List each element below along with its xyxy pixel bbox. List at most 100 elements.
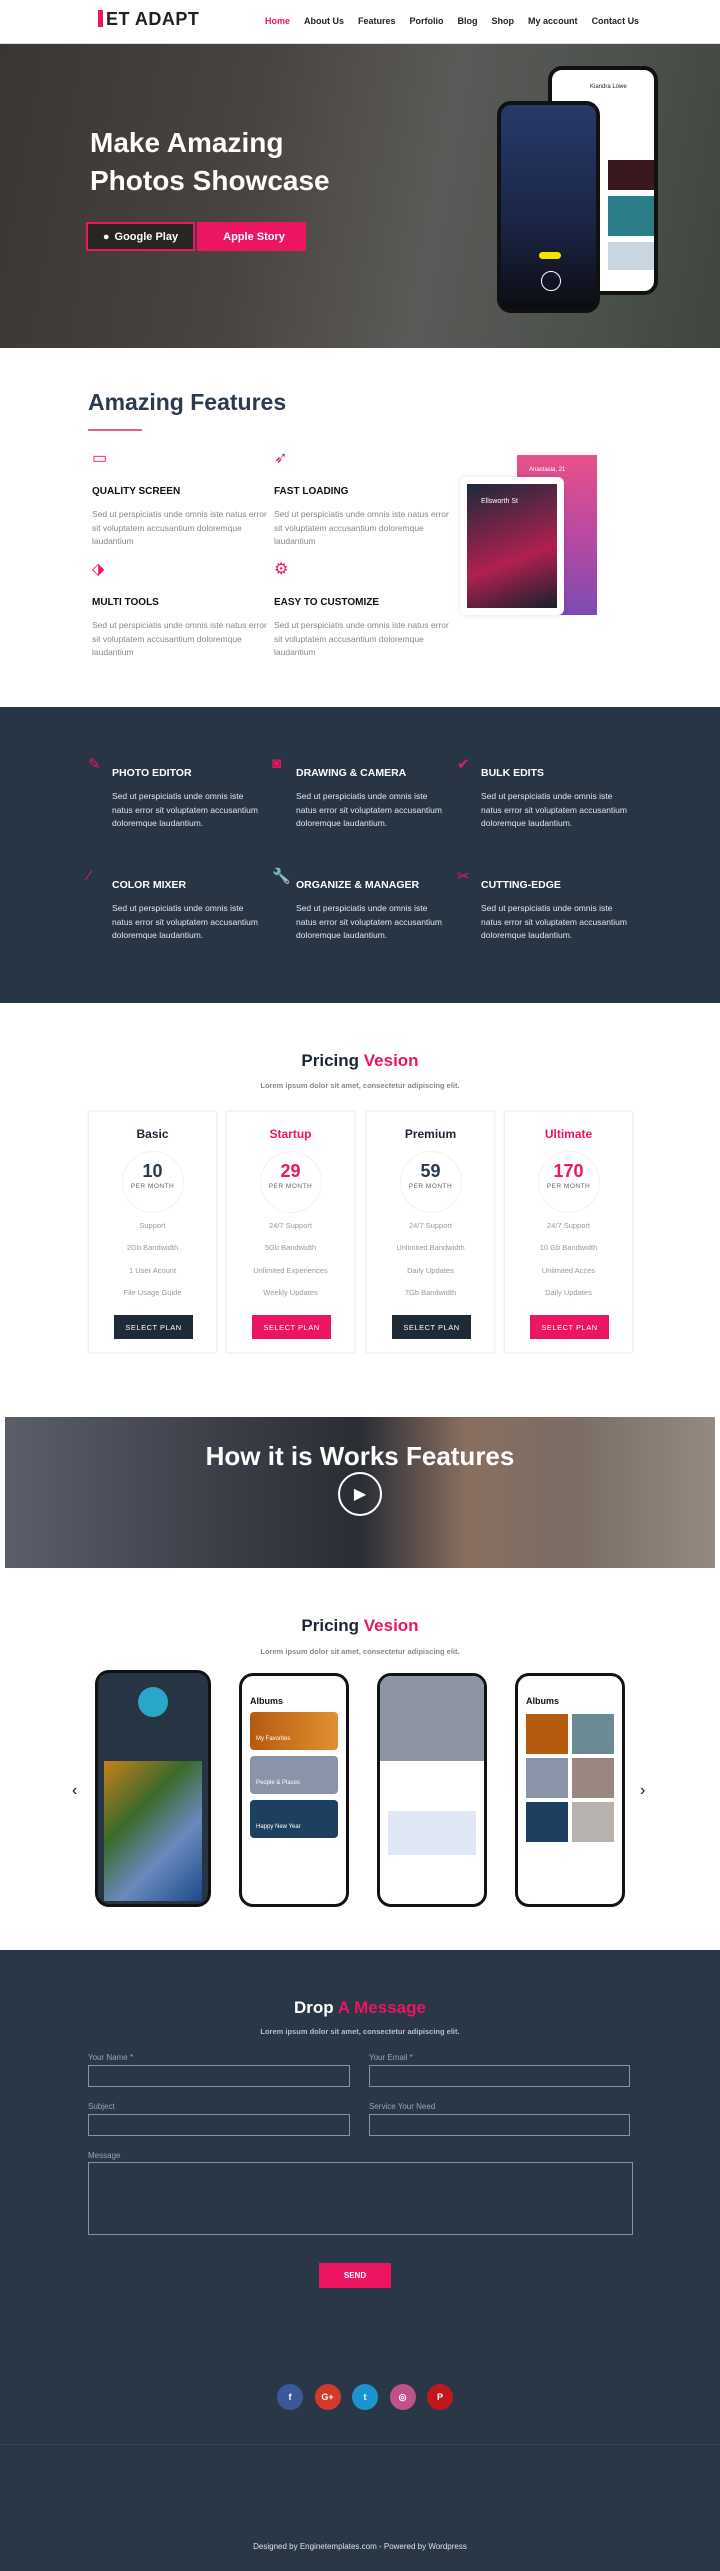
play-button[interactable]: ▶ xyxy=(338,1472,382,1516)
contact-subtitle: Lorem ipsum dolor sit amet, consectetur … xyxy=(260,2027,460,2036)
subject-label: Subject xyxy=(88,2102,115,2111)
plan-feature: 5Gb Bandwidth xyxy=(264,1243,317,1253)
plan-name: Premium xyxy=(404,1127,457,1141)
feature-text: Sed ut perspiciatis unde omnis iste natu… xyxy=(274,509,449,546)
plan-feature: 1 User Acount xyxy=(128,1265,177,1275)
feature-text: Sed ut perspiciatis unde omnis iste natu… xyxy=(274,620,449,657)
plan-price: 10 xyxy=(142,1161,163,1181)
service-text: Sed ut perspiciatis unde omnis iste natu… xyxy=(296,903,442,940)
google-play-button[interactable]: ● Google Play xyxy=(86,222,195,251)
nav-item-about-us[interactable]: About Us xyxy=(304,16,344,26)
contact-title: Drop A Message xyxy=(294,1998,426,2017)
nav-item-porfolio[interactable]: Porfolio xyxy=(410,16,444,26)
plan-feature: Unlimited Acces xyxy=(541,1265,596,1275)
service-text: Sed ut perspiciatis unde omnis iste natu… xyxy=(112,903,258,940)
plan-period: PER MONTH xyxy=(408,1183,453,1190)
play-icon: ▶ xyxy=(353,1486,367,1503)
feature-title: FAST LOADING xyxy=(274,486,349,497)
message-textarea[interactable] xyxy=(88,2162,633,2235)
nav-item-shop[interactable]: Shop xyxy=(492,16,515,26)
social-glyph: t xyxy=(363,2392,367,2402)
service-title: DRAWING & CAMERA xyxy=(296,767,407,779)
logo[interactable]: ET ADAPT xyxy=(98,9,199,30)
carousel-prev-arrow[interactable]: ‹ xyxy=(72,1782,77,1800)
gears-icon: ⚙ xyxy=(274,561,289,578)
select-plan-button[interactable]: SELECT PLAN xyxy=(392,1315,471,1339)
pricing-subtitle: Lorem ipsum dolor sit amet, consectetur … xyxy=(260,1081,460,1090)
nav-item-blog[interactable]: Blog xyxy=(458,16,478,26)
tags-icon: ⬗ xyxy=(92,561,105,578)
send-button[interactable]: SEND xyxy=(319,2263,391,2288)
apple-store-button[interactable]: Apple Story xyxy=(197,222,306,251)
check-icon: ✔ xyxy=(457,756,470,773)
pricing-card-startup: Startup 29 PER MONTH 24/7 Support 5Gb Bandwi… xyxy=(226,1111,355,1353)
select-plan-button[interactable]: SELECT PLAN xyxy=(530,1315,609,1339)
rocket-icon: ➶ xyxy=(274,450,288,467)
service-text: Sed ut perspiciatis unde omnis iste natu… xyxy=(296,791,442,828)
select-plan-button[interactable]: SELECT PLAN xyxy=(252,1315,331,1339)
services-section xyxy=(0,707,720,1003)
magic-wand-icon: ⁄ xyxy=(88,867,91,884)
carousel-next-arrow[interactable]: › xyxy=(640,1782,645,1800)
plan-period: PER MONTH xyxy=(130,1183,175,1190)
plan-name: Basic xyxy=(136,1127,169,1141)
hero-title: Make Amazing Photos Showcase xyxy=(90,127,330,196)
feature-title: MULTI TOOLS xyxy=(92,597,159,608)
service-title: BULK EDITS xyxy=(481,767,544,779)
service-text: Sed ut perspiciatis unde omnis iste natu… xyxy=(112,791,258,828)
name-input[interactable] xyxy=(88,2065,350,2087)
plan-feature: Daily Updates xyxy=(545,1287,592,1297)
contact-section xyxy=(0,1950,720,2571)
wrench-icon: 🔧 xyxy=(272,868,291,885)
plan-feature: Unlimited Experiences xyxy=(253,1265,328,1275)
nav-item-contact-us[interactable]: Contact Us xyxy=(592,16,640,26)
app-screen-albums: Albums My Favorites People & Places Happ… xyxy=(239,1673,349,1907)
subject-input[interactable] xyxy=(88,2114,350,2136)
logo-text: ET ADAPT xyxy=(106,9,200,29)
phone-mockup-camera xyxy=(497,101,600,313)
nav-item-features[interactable]: Features xyxy=(358,16,396,26)
plan-price: 59 xyxy=(420,1161,441,1181)
name-label: Your Name * xyxy=(88,2053,134,2062)
screens-subtitle: Lorem ipsum dolor sit amet, consectetur … xyxy=(260,1647,460,1656)
nav-item-my-account[interactable]: My account xyxy=(528,16,578,26)
service-text: Sed ut perspiciatis unde omnis iste natu… xyxy=(481,903,627,940)
service-label: Service Your Need xyxy=(369,2102,436,2111)
feature-text: Sed ut perspiciatis unde omnis iste natu… xyxy=(92,620,267,657)
feature-text: Sed ut perspiciatis unde omnis iste natu… xyxy=(92,509,267,546)
plan-period: PER MONTH xyxy=(546,1183,591,1190)
monitor-icon: ▭ xyxy=(92,450,108,467)
twitter-icon[interactable]: t xyxy=(352,2384,378,2410)
plan-feature: 7Gb Bandwidth xyxy=(404,1287,457,1297)
select-plan-button[interactable]: SELECT PLAN xyxy=(114,1315,193,1339)
plan-feature: Support xyxy=(139,1221,166,1230)
email-input[interactable] xyxy=(369,2065,630,2087)
plan-price: 170 xyxy=(553,1161,584,1181)
email-label: Your Email * xyxy=(369,2053,413,2062)
footer-divider xyxy=(0,2444,720,2445)
service-title: COLOR MIXER xyxy=(112,879,187,891)
service-input[interactable] xyxy=(369,2114,630,2136)
plan-name: Ultimate xyxy=(544,1127,593,1141)
social-glyph: P xyxy=(436,2392,443,2402)
pricing-card-premium: Premium 59 PER MONTH 24/7 Support Unlimited … xyxy=(366,1111,495,1353)
plan-feature: 24/7 Support xyxy=(547,1221,590,1230)
footer-credits: Designed by Enginetemplates.com - Powere… xyxy=(253,2542,467,2551)
instagram-icon[interactable]: ◎ xyxy=(389,2384,416,2410)
scissors-icon: ✂ xyxy=(457,868,470,885)
video-title: How it is Works Features xyxy=(205,1441,515,1471)
nav-item-home[interactable]: Home xyxy=(265,16,290,26)
features-title: Amazing Features xyxy=(88,389,287,415)
android-icon: ● xyxy=(102,230,110,243)
facebook-icon[interactable]: f xyxy=(277,2384,303,2410)
plan-price: 29 xyxy=(280,1161,301,1181)
service-title: CUTTING-EDGE xyxy=(481,879,561,891)
google-plus-icon[interactable]: G+ xyxy=(314,2384,341,2410)
plan-feature: 10 Gb Bandwidth xyxy=(539,1243,598,1253)
app-screen-albums-grid: Albums xyxy=(515,1673,625,1907)
hero-section: Make Amazing Photos Showcase ● Google Play… xyxy=(0,44,720,348)
plan-feature: Daily Updates xyxy=(407,1265,454,1275)
app-screen-gallery xyxy=(95,1670,211,1907)
pinterest-icon[interactable]: P xyxy=(427,2384,453,2410)
logo-mark xyxy=(98,10,103,27)
